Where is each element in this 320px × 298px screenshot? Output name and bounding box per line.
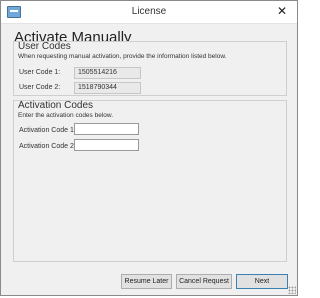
close-button[interactable]: ✕: [271, 1, 293, 21]
activation-code-2-input[interactable]: [74, 139, 139, 151]
next-button[interactable]: Next: [236, 274, 288, 289]
user-code-1-label: User Code 1:: [19, 69, 61, 76]
user-code-2-label: User Code 2:: [19, 84, 61, 91]
resize-grip[interactable]: [288, 286, 296, 294]
close-icon: ✕: [276, 4, 288, 18]
title-bar[interactable]: License ✕: [1, 1, 297, 24]
user-codes-title: User Codes: [18, 41, 71, 52]
window-title: License: [131, 6, 167, 17]
activation-code-1-input[interactable]: [74, 123, 139, 135]
activation-code-1-label: Activation Code 1:: [19, 127, 76, 134]
resume-later-button[interactable]: Resume Later: [121, 274, 172, 289]
user-codes-description: When requesting manual activation, provi…: [18, 53, 227, 60]
activation-codes-description: Enter the activation codes below.: [18, 112, 114, 119]
activation-code-2-label: Activation Code 2:: [19, 143, 76, 150]
cancel-request-button[interactable]: Cancel Request: [176, 274, 232, 289]
user-code-2-value[interactable]: 1518790344: [74, 82, 141, 94]
user-code-1-value[interactable]: 1505514216: [74, 67, 141, 79]
license-window: License ✕ Activate Manually User Codes W…: [0, 0, 298, 296]
activation-codes-title: Activation Codes: [18, 100, 94, 111]
activation-codes-group: Activation Codes Enter the activation co…: [13, 100, 287, 262]
user-codes-group: User Codes When requesting manual activa…: [13, 41, 287, 96]
